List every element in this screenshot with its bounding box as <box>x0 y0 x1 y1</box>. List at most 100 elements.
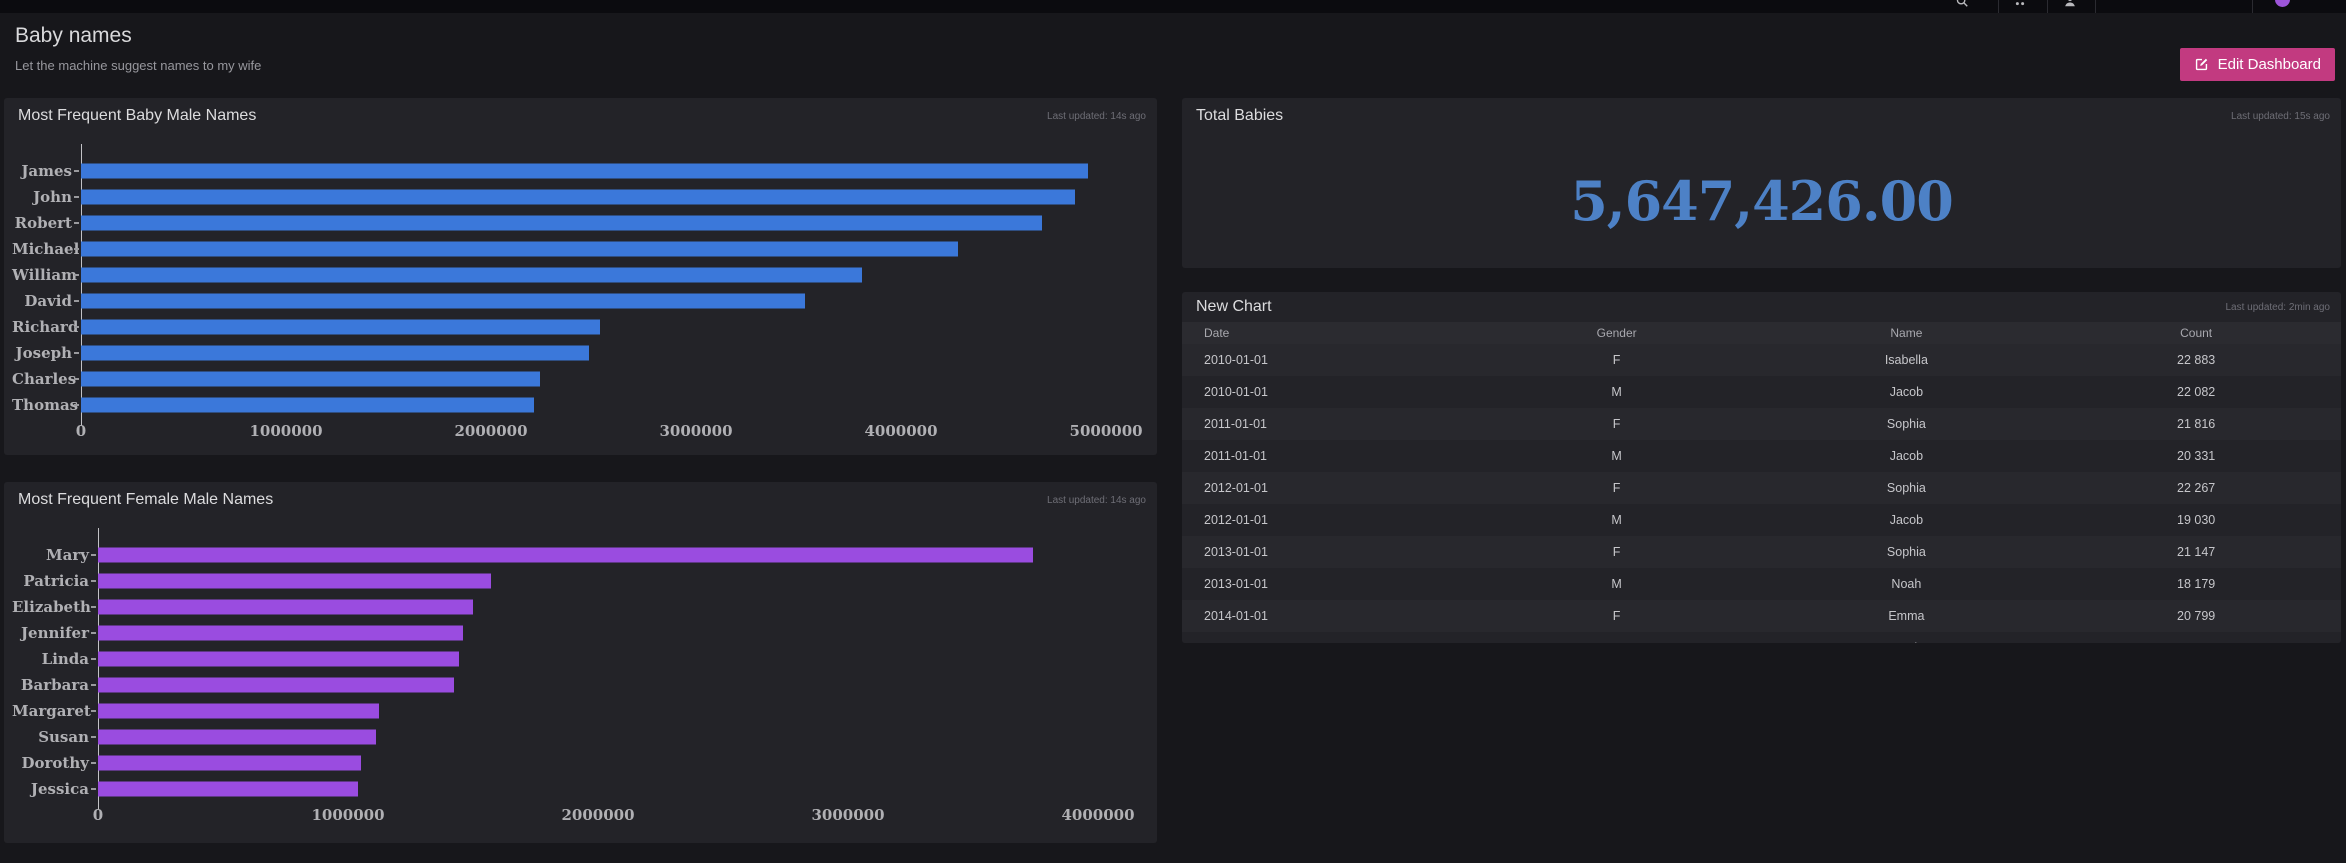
bar-track <box>98 672 1145 698</box>
table-row: 2013-01-01FSophia21 147 <box>1182 536 2341 568</box>
column-header-count: Count <box>2051 326 2341 340</box>
bar-dorothy <box>98 756 361 771</box>
table-cell-count: 20 331 <box>2051 449 2341 463</box>
category-label: Dorothy <box>12 754 89 772</box>
bar-track <box>81 392 1145 418</box>
last-updated-label: Last updated: 2min ago <box>2225 302 2330 313</box>
category-label: Thomas <box>12 396 72 414</box>
bar-track <box>81 184 1145 210</box>
category-label: Linda <box>12 650 89 668</box>
top-navigation-bar <box>0 0 2346 13</box>
page-subtitle: Let the machine suggest names to my wife <box>15 58 261 73</box>
bar-row: Charles <box>4 366 1157 392</box>
table-row: 2011-01-01FSophia21 816 <box>1182 408 2341 440</box>
search-icon[interactable] <box>1955 0 1969 8</box>
bar-row: Jennifer <box>4 620 1157 646</box>
table-cell-count: 19 030 <box>2051 513 2341 527</box>
panel-title: Most Frequent Female Male Names <box>18 491 273 509</box>
y-tick-mark <box>72 366 81 392</box>
bar-row: William <box>4 262 1157 288</box>
category-label: Charles <box>12 370 72 388</box>
table-cell-gender: M <box>1472 513 1762 527</box>
category-label: Jennifer <box>12 624 89 642</box>
bar-row: Barbara <box>4 672 1157 698</box>
female-names-bar-chart: MaryPatriciaElizabethJenniferLindaBarbar… <box>4 518 1157 843</box>
topbar-divider <box>2047 0 2048 13</box>
table-header-row: DateGenderNameCount <box>1182 322 2341 344</box>
category-label: John <box>12 188 72 206</box>
bar-william <box>81 268 862 283</box>
y-tick-mark <box>89 776 98 802</box>
bar-track <box>81 262 1145 288</box>
table-cell-name: Noah <box>1762 577 2052 591</box>
stat-body: 5,647,426.00 <box>1182 134 2341 268</box>
bar-james <box>81 164 1088 179</box>
table-cell-date: 2014-01-01 <box>1182 641 1472 643</box>
table-cell-date: 2010-01-01 <box>1182 353 1472 367</box>
category-label: Joseph <box>12 344 72 362</box>
x-tick-label: 4000000 <box>865 422 938 440</box>
table-cell-count: 22 883 <box>2051 353 2341 367</box>
table-cell-gender: M <box>1472 449 1762 463</box>
panel-title: Total Babies <box>1196 107 1283 125</box>
y-tick-mark <box>72 340 81 366</box>
x-tick-label: 2000000 <box>561 806 634 824</box>
y-tick-mark <box>72 158 81 184</box>
x-tick-label: 0 <box>93 806 103 824</box>
table-row: 2013-01-01MNoah18 179 <box>1182 568 2341 600</box>
y-tick-mark <box>89 646 98 672</box>
panel-most-frequent-female-names: Most Frequent Female Male Names Last upd… <box>4 482 1157 843</box>
bar-row: Robert <box>4 210 1157 236</box>
bar-david <box>81 294 805 309</box>
table-row: 2011-01-01MJacob20 331 <box>1182 440 2341 472</box>
table-cell-count: 19 144 <box>2051 641 2341 643</box>
bar-barbara <box>98 678 454 693</box>
x-tick-label: 2000000 <box>454 422 527 440</box>
bar-row: Elizabeth <box>4 594 1157 620</box>
table-cell-date: 2012-01-01 <box>1182 481 1472 495</box>
table-cell-date: 2012-01-01 <box>1182 513 1472 527</box>
category-label: Elizabeth <box>12 598 89 616</box>
y-tick-mark <box>89 620 98 646</box>
category-label: Robert <box>12 214 72 232</box>
y-tick-mark <box>72 210 81 236</box>
category-label: Patricia <box>12 572 89 590</box>
table-cell-date: 2011-01-01 <box>1182 449 1472 463</box>
bar-row: Richard <box>4 314 1157 340</box>
bar-rows: MaryPatriciaElizabethJenniferLindaBarbar… <box>4 542 1157 802</box>
table-cell-date: 2011-01-01 <box>1182 417 1472 431</box>
user-avatar[interactable] <box>2275 0 2290 7</box>
bar-row: Margaret <box>4 698 1157 724</box>
table-cell-name: Sophia <box>1762 417 2052 431</box>
panel-most-frequent-male-names: Most Frequent Baby Male Names Last updat… <box>4 98 1157 455</box>
y-tick-mark <box>72 262 81 288</box>
last-updated-label: Last updated: 15s ago <box>2231 111 2330 122</box>
bar-rows: JamesJohnRobertMichaelWilliamDavidRichar… <box>4 158 1157 418</box>
category-label: David <box>12 292 72 310</box>
table-cell-gender: F <box>1472 609 1762 623</box>
panel-header: Most Frequent Baby Male Names Last updat… <box>4 98 1157 134</box>
bar-track <box>98 750 1145 776</box>
bar-row: Thomas <box>4 392 1157 418</box>
panel-title: New Chart <box>1196 298 1272 316</box>
baby-names-table[interactable]: DateGenderNameCount2010-01-01FIsabella22… <box>1182 322 2341 643</box>
x-tick-label: 1000000 <box>311 806 384 824</box>
bar-track <box>81 236 1145 262</box>
column-header-date: Date <box>1182 326 1472 340</box>
y-tick-mark <box>89 672 98 698</box>
bar-track <box>81 210 1145 236</box>
edit-dashboard-button[interactable]: Edit Dashboard <box>2180 48 2335 81</box>
user-icon[interactable] <box>2063 0 2077 8</box>
bar-track <box>98 646 1145 672</box>
y-tick-mark <box>89 542 98 568</box>
bar-elizabeth <box>98 600 473 615</box>
bar-susan <box>98 730 376 745</box>
table-cell-count: 22 082 <box>2051 385 2341 399</box>
bar-track <box>98 724 1145 750</box>
panel-title: Most Frequent Baby Male Names <box>18 107 256 125</box>
last-updated-label: Last updated: 14s ago <box>1047 111 1146 122</box>
category-label: Michael <box>12 240 72 258</box>
table-row: 2012-01-01MJacob19 030 <box>1182 504 2341 536</box>
x-tick-label: 0 <box>76 422 86 440</box>
apps-grid-icon[interactable] <box>2013 0 2027 8</box>
